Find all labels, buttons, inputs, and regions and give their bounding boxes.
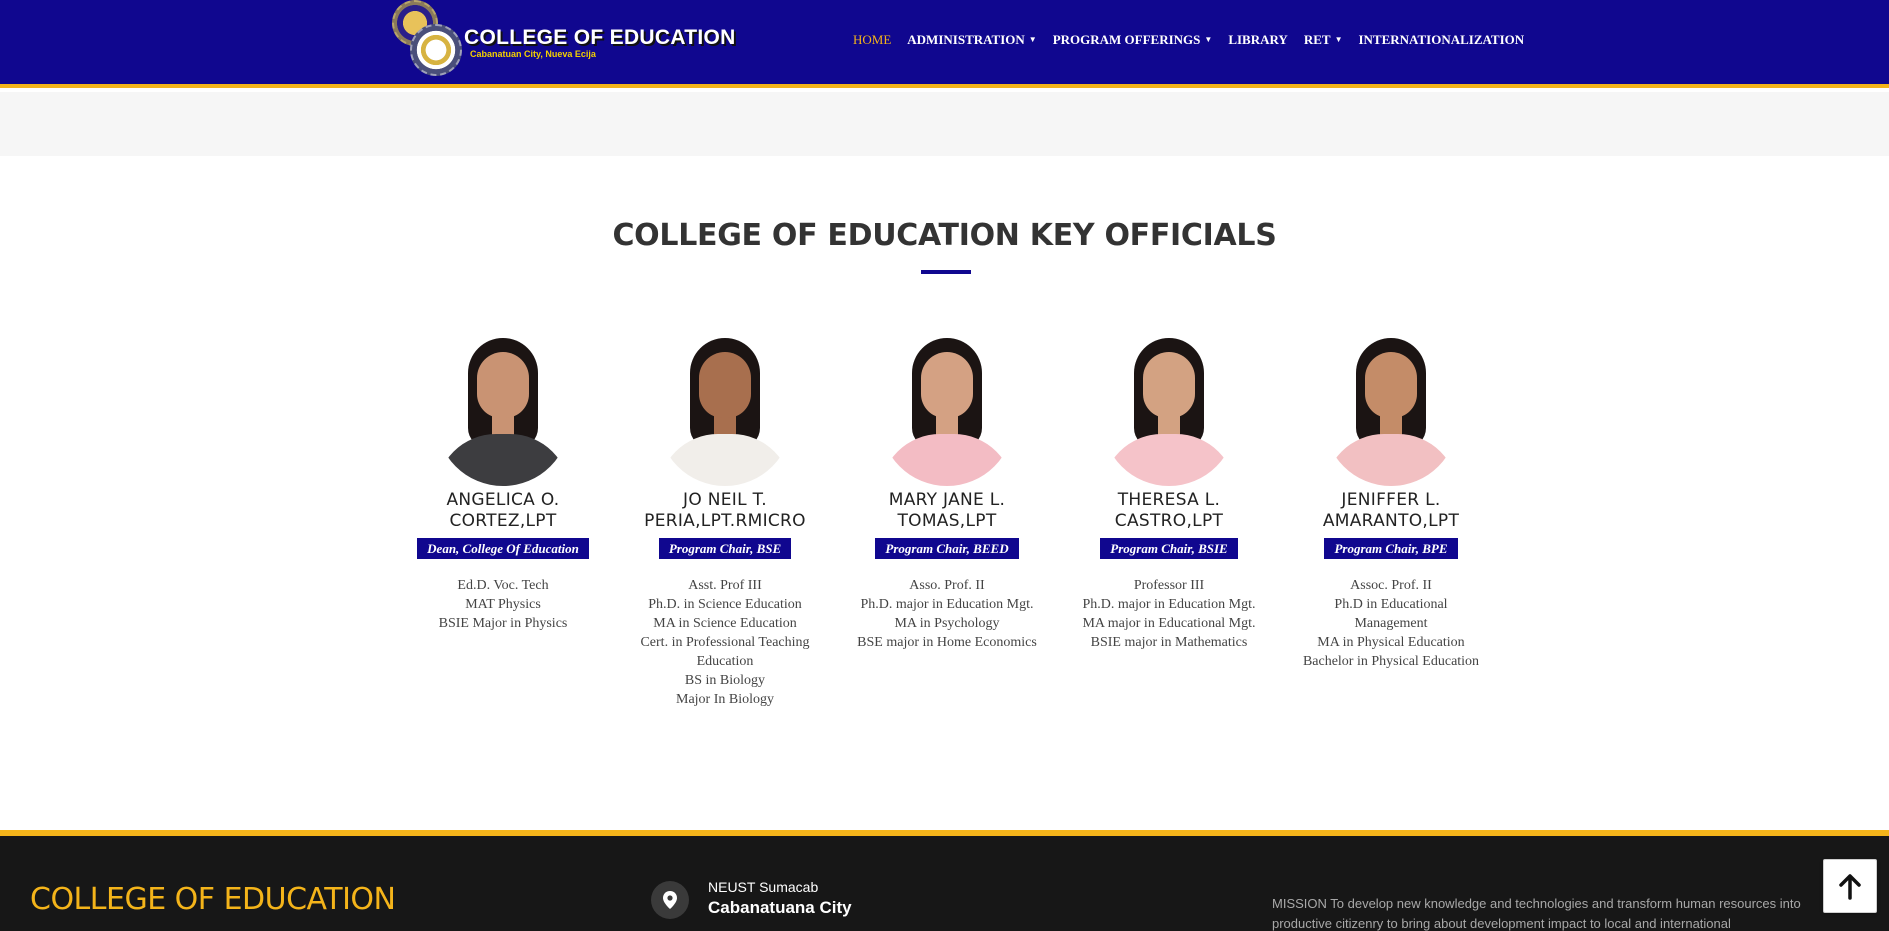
nav-program-offerings[interactable]: PROGRAM OFFERINGS ▼ <box>1053 32 1213 48</box>
official-photo <box>880 334 1014 486</box>
official-photo <box>658 334 792 486</box>
official-card: MARY JANE L. TOMAS,LPT Program Chair, BEED… <box>837 334 1057 652</box>
credential-line: Assoc. Prof. II <box>1350 578 1432 593</box>
arrow-up-icon <box>1839 874 1861 900</box>
nav-ret-label: RET <box>1303 32 1331 47</box>
nav-ret[interactable]: RET ▼ <box>1304 32 1343 48</box>
official-credentials: Asst. Prof III Ph.D. in Science Education… <box>615 576 835 709</box>
official-photo <box>436 334 570 486</box>
nav-administration[interactable]: ADMINISTRATION ▼ <box>907 32 1036 48</box>
official-role-badge: Program Chair, BPE <box>1324 538 1458 559</box>
footer-title: COLLEGE OF EDUCATION <box>30 882 396 917</box>
credential-line: Ed.D. Voc. Tech <box>457 578 549 593</box>
official-card: ANGELICA O. CORTEZ,LPT Dean, College Of Ed… <box>393 334 613 633</box>
official-name-line1: JENIFFER L. <box>1341 490 1441 510</box>
mission-text: MISSION To develop new knowledge and tec… <box>1272 896 1801 931</box>
credential-line: MA in Physical Education <box>1317 635 1465 650</box>
official-role-badge: Program Chair, BSE <box>658 538 792 559</box>
official-credentials: Asso. Prof. II Ph.D. major in Education M… <box>837 576 1057 652</box>
official-name: JO NEIL T. PERIA,LPT.RMICRO <box>615 490 835 532</box>
location-line1: NEUST Sumacab <box>708 879 819 895</box>
official-role-badge: Program Chair, BEED <box>875 538 1019 559</box>
nav-internationalization[interactable]: INTERNATIONALIZATION <box>1358 32 1524 48</box>
credential-line: Asst. Prof III <box>688 578 762 593</box>
caret-down-icon: ▼ <box>1028 35 1037 44</box>
nav-administration-label: ADMINISTRATION <box>907 32 1025 47</box>
map-pin-icon <box>651 881 689 919</box>
brand-logo[interactable]: COLLEGE OF EDUCATION Cabanatuan City, Nu… <box>392 0 735 80</box>
brand-subtitle: Cabanatuan City, Nueva Ecija <box>470 49 596 59</box>
official-name-line2: CORTEZ,LPT <box>449 511 557 531</box>
credential-line: Major In Biology <box>676 692 774 707</box>
official-name: THERESA L. CASTRO,LPT <box>1059 490 1279 532</box>
credential-line: MA in Science Education <box>653 616 797 631</box>
official-role-badge: Dean, College Of Education <box>417 538 589 559</box>
official-name: JENIFFER L. AMARANTO,LPT <box>1281 490 1501 532</box>
credential-line: BSE major in Home Economics <box>857 635 1037 650</box>
credential-line: Management <box>1354 616 1428 631</box>
official-name-line1: THERESA L. <box>1117 490 1221 510</box>
top-navbar: COLLEGE OF EDUCATION Cabanatuan City, Nu… <box>0 0 1889 88</box>
official-card: JO NEIL T. PERIA,LPT.RMICRO Program Chair,… <box>615 334 835 709</box>
credential-line: Ph.D in Educational <box>1334 597 1448 612</box>
nav-library[interactable]: LIBRARY <box>1228 32 1288 48</box>
caret-down-icon: ▼ <box>1204 35 1213 44</box>
official-name-line2: AMARANTO,LPT <box>1322 511 1460 531</box>
official-credentials: Professor III Ph.D. major in Education Mg… <box>1059 576 1279 652</box>
official-name-line1: JO NEIL T. <box>683 490 767 510</box>
back-to-top-button[interactable] <box>1823 859 1877 913</box>
title-underline <box>921 270 971 274</box>
official-credentials: Assoc. Prof. II Ph.D in Educational Manage… <box>1281 576 1501 671</box>
credential-line: BSIE major in Mathematics <box>1090 635 1248 650</box>
college-seal-icon <box>410 24 462 76</box>
official-name-line1: ANGELICA O. <box>446 490 560 510</box>
credential-line: Ph.D. in Science Education <box>648 597 802 612</box>
credential-line: Education <box>696 654 754 669</box>
official-role-badge: Program Chair, BSIE <box>1100 538 1238 559</box>
credential-line: Asso. Prof. II <box>909 578 985 593</box>
credential-line: Bachelor in Physical Education <box>1302 654 1480 669</box>
main-nav: HOME ADMINISTRATION ▼ PROGRAM OFFERINGS ▼ … <box>853 32 1540 48</box>
official-card: THERESA L. CASTRO,LPT Program Chair, BSIE P… <box>1059 334 1279 652</box>
location-line2: Cabanatuana City <box>708 898 852 917</box>
caret-down-icon: ▼ <box>1334 35 1343 44</box>
nav-program-offerings-label: PROGRAM OFFERINGS <box>1052 32 1201 47</box>
official-photo <box>1102 334 1236 486</box>
official-name-line1: MARY JANE L. <box>888 490 1006 510</box>
official-name: MARY JANE L. TOMAS,LPT <box>837 490 1057 532</box>
credential-line: BSIE Major in Physics <box>438 616 568 631</box>
nav-home[interactable]: HOME <box>853 32 891 48</box>
credential-line: MA major in Educational Mgt. <box>1082 616 1256 631</box>
official-photo <box>1324 334 1458 486</box>
official-name-line2: TOMAS,LPT <box>897 511 997 531</box>
banner-strip <box>0 92 1889 156</box>
official-name: ANGELICA O. CORTEZ,LPT <box>393 490 613 532</box>
official-name-line2: PERIA,LPT.RMICRO <box>644 511 806 531</box>
section-title: COLLEGE OF EDUCATION KEY OFFICIALS <box>612 218 1277 253</box>
credential-line: Cert. in Professional Teaching <box>640 635 810 650</box>
credential-line: BS in Biology <box>684 673 766 688</box>
credential-line: MA in Psychology <box>894 616 1000 631</box>
official-name-line2: CASTRO,LPT <box>1114 511 1224 531</box>
site-footer: COLLEGE OF EDUCATION NEUST Sumacab Caban… <box>0 830 1889 931</box>
official-card: JENIFFER L. AMARANTO,LPT Program Chair, BP… <box>1281 334 1501 671</box>
brand-title: COLLEGE OF EDUCATION <box>464 26 736 49</box>
credential-line: Ph.D. major in Education Mgt. <box>860 597 1034 612</box>
credential-line: Professor III <box>1133 578 1205 593</box>
official-credentials: Ed.D. Voc. Tech MAT Physics BSIE Major in … <box>393 576 613 633</box>
credential-line: Ph.D. major in Education Mgt. <box>1082 597 1256 612</box>
credential-line: MAT Physics <box>465 597 541 612</box>
